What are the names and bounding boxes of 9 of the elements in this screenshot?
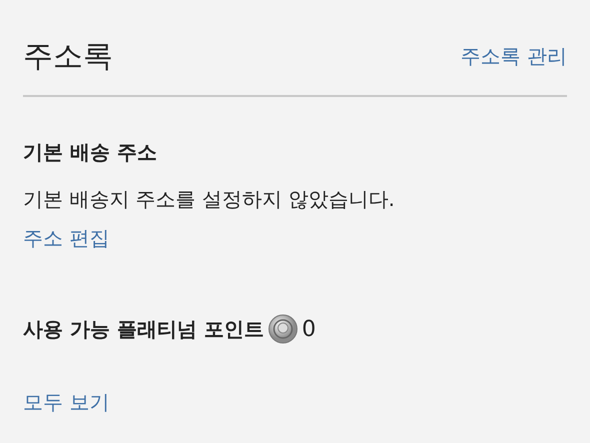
view-all-link[interactable]: 모두 보기 — [23, 389, 110, 416]
section-heading: 기본 배송 주소 — [23, 139, 158, 166]
points-label: 사용 가능 플래티넘 포인트 — [23, 316, 264, 342]
message-text: 기본 배송지 주소를 설정하지 않았습니다. — [23, 186, 396, 213]
manage-address-book-link[interactable]: 주소록 관리 — [460, 43, 567, 70]
coin-icon — [268, 314, 298, 344]
points-value: 0 — [302, 316, 316, 342]
section-title: 주소록 — [23, 38, 113, 76]
edit-address-link[interactable]: 주소 편집 — [23, 225, 110, 252]
